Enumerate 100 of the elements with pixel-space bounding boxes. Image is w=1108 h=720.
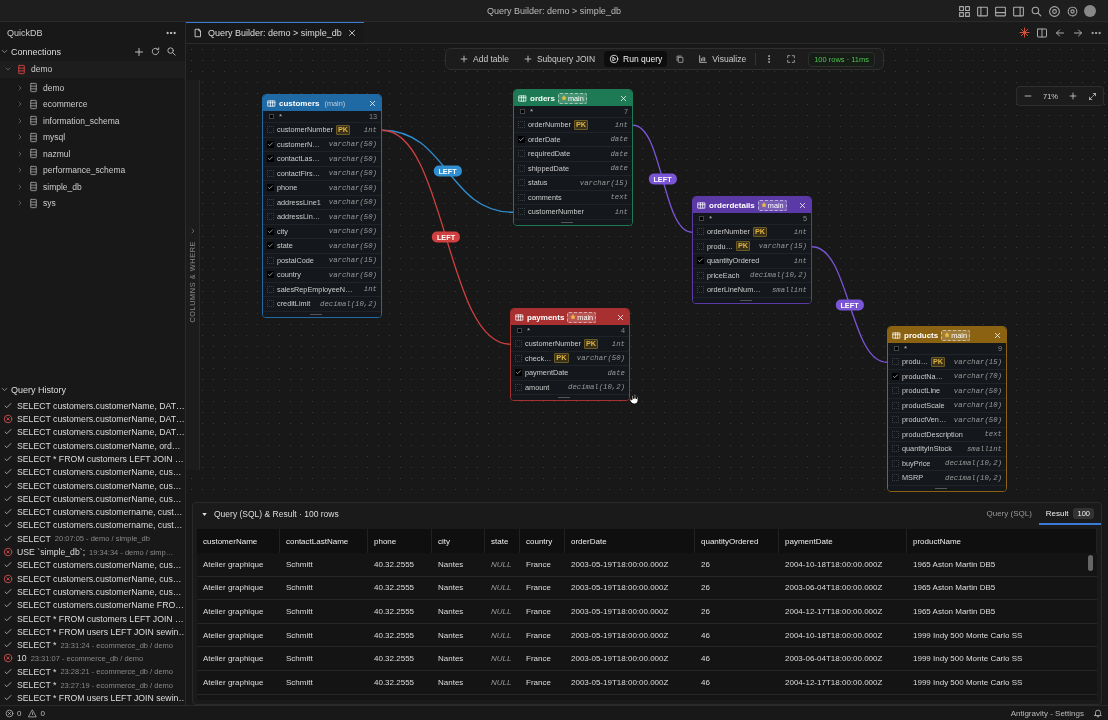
column-checkbox[interactable] [267, 242, 274, 250]
column-checkbox[interactable] [267, 300, 274, 308]
chevron-icon[interactable] [16, 116, 24, 125]
select-all-checkbox[interactable] [520, 109, 525, 114]
history-item[interactable]: SELECT * [17, 666, 57, 677]
column-checkbox[interactable] [518, 150, 525, 158]
column-checkbox[interactable] [267, 184, 274, 192]
fullscreen-icon[interactable] [1088, 91, 1097, 101]
history-item[interactable]: SELECT customers.customerName FRO… [17, 600, 184, 611]
history-item[interactable]: SELECT * FROM customers LEFT JOIN … [17, 613, 184, 624]
tree-item[interactable]: information_schema [43, 115, 120, 126]
column-checkbox[interactable] [518, 179, 525, 187]
toolbar-button[interactable]: Visualize [693, 51, 752, 67]
tree-item[interactable]: nazmul [43, 148, 71, 159]
resize-handle[interactable] [693, 297, 811, 303]
chevron-icon[interactable] [16, 149, 24, 158]
close-icon[interactable] [346, 28, 357, 38]
column-checkbox[interactable] [518, 135, 525, 143]
column-header[interactable]: quantityOrdered [695, 529, 779, 553]
chevron-icon[interactable] [16, 182, 24, 191]
tree-item[interactable]: mysql [43, 132, 66, 143]
toolbar-button[interactable]: Add table [454, 51, 514, 67]
column-header[interactable]: productName [907, 529, 1097, 553]
chevron-icon[interactable] [16, 100, 24, 109]
table-card[interactable] [262, 94, 382, 318]
chevron-icon[interactable] [16, 83, 24, 92]
section-header[interactable]: Connections [11, 46, 62, 57]
history-item[interactable]: SELECT customers.customerName, DAT… [17, 400, 185, 411]
refresh-icon[interactable] [150, 45, 161, 57]
history-item[interactable]: SELECT customers.customerName, cus… [17, 480, 182, 491]
back-icon[interactable] [1054, 26, 1066, 39]
column-checkbox[interactable] [267, 126, 274, 134]
close-icon[interactable] [798, 200, 807, 210]
column-checkbox[interactable] [267, 155, 274, 163]
select-all-checkbox[interactable] [699, 216, 704, 221]
resize-handle[interactable] [514, 219, 632, 225]
history-item[interactable]: SELECT customers.customerName, cus… [17, 493, 182, 504]
section-header[interactable]: Query History [11, 384, 66, 395]
history-item[interactable]: SELECT customers.customerName, cus… [17, 573, 182, 584]
history-item[interactable]: SELECT * FROM customers LEFT JOIN … [17, 454, 184, 464]
resize-handle[interactable] [888, 485, 1006, 491]
spark-icon[interactable] [1019, 27, 1030, 38]
history-item[interactable]: 10 [17, 653, 27, 664]
tree-item[interactable]: performance_schema [43, 165, 126, 176]
sidebar-toggle-icon[interactable] [976, 4, 989, 18]
chevron-icon[interactable] [16, 199, 24, 208]
column-checkbox[interactable] [892, 459, 899, 467]
select-all-checkbox[interactable] [517, 328, 522, 333]
history-item[interactable]: SELECT * [17, 680, 57, 691]
split-editor-icon[interactable] [1036, 26, 1048, 39]
tree-item[interactable]: demo [43, 82, 65, 93]
zoom-in-icon[interactable] [1068, 91, 1078, 101]
column-checkbox[interactable] [515, 369, 522, 377]
column-checkbox[interactable] [892, 430, 899, 438]
column-checkbox[interactable] [697, 286, 704, 294]
history-item[interactable]: SELECT customers.customerName, DAT… [17, 427, 185, 438]
resize-handle[interactable] [511, 395, 629, 400]
table-card[interactable] [887, 326, 1007, 492]
history-item[interactable]: SELECT customers.customerName, DAT… [17, 414, 185, 425]
history-item[interactable]: SELECT customers.customername, cust… [17, 507, 183, 518]
column-checkbox[interactable] [267, 198, 274, 206]
column-checkbox[interactable] [892, 474, 899, 482]
history-item[interactable]: SELECT customers.customerName, ord… [17, 440, 181, 451]
tree-item[interactable]: ecommerce [43, 99, 88, 110]
column-checkbox[interactable] [892, 372, 899, 380]
avatar[interactable] [1084, 5, 1096, 17]
column-header[interactable]: city [432, 529, 485, 553]
result-tab[interactable]: Query (SQL) [979, 503, 1039, 525]
history-item[interactable]: SELECT customers.customerName, cus… [17, 586, 182, 597]
column-checkbox[interactable] [267, 271, 274, 279]
chevron-icon[interactable] [16, 166, 24, 175]
forward-icon[interactable] [1072, 26, 1084, 39]
column-checkbox[interactable] [515, 354, 522, 362]
add-icon[interactable] [133, 45, 145, 58]
column-checkbox[interactable] [697, 242, 704, 250]
column-checkbox[interactable] [892, 445, 899, 453]
column-header[interactable]: contactLastName [280, 529, 368, 553]
column-checkbox[interactable] [267, 256, 274, 264]
tree-item[interactable]: sys [43, 198, 56, 209]
history-item[interactable]: SELECT customers.customerName, cus… [17, 467, 182, 478]
bell-icon[interactable] [1093, 708, 1103, 718]
search-icon[interactable] [1030, 4, 1043, 18]
select-all-checkbox[interactable] [894, 346, 899, 351]
column-header[interactable]: paymentDate [779, 529, 907, 553]
history-item[interactable]: SELECT customers.customername, cust… [17, 520, 183, 531]
history-item[interactable]: USE `simple_db`; [17, 547, 86, 558]
chevron-icon[interactable] [16, 133, 24, 142]
panel-toggle-icon[interactable] [994, 4, 1007, 18]
column-checkbox[interactable] [518, 164, 525, 172]
column-checkbox[interactable] [518, 208, 525, 216]
column-header[interactable]: phone [368, 529, 432, 553]
column-checkbox[interactable] [697, 257, 704, 265]
scrollbar[interactable] [1088, 555, 1093, 571]
fit-view-icon[interactable] [786, 54, 797, 64]
chevron-icon[interactable] [0, 47, 9, 56]
column-header[interactable]: state [485, 529, 520, 553]
search-icon[interactable] [166, 45, 177, 57]
toolbar-button[interactable]: Run query [604, 51, 668, 67]
column-checkbox[interactable] [515, 383, 522, 391]
status-item[interactable]: Antigravity - Settings [1010, 708, 1084, 718]
